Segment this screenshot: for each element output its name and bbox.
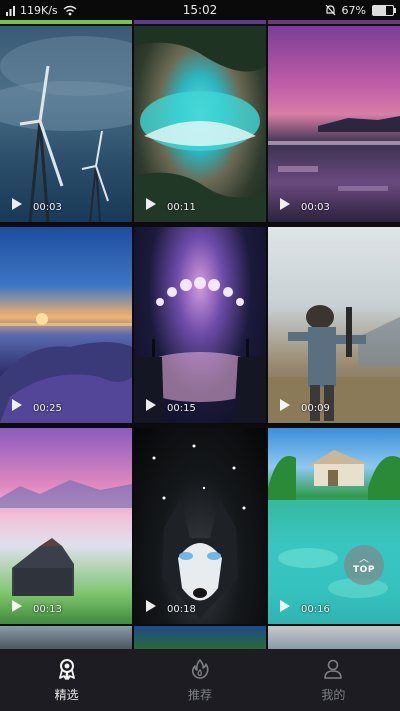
video-tile[interactable]: 00:16 [268, 428, 400, 624]
bottom-navigation: 精选 推荐 我的 [0, 649, 400, 711]
strip-segment [0, 20, 132, 24]
battery-fill [373, 5, 387, 15]
alarm-off-icon [325, 4, 335, 16]
play-icon [146, 600, 156, 612]
play-icon [146, 399, 156, 411]
flame-icon [191, 658, 209, 679]
tile-artwork [268, 450, 400, 624]
video-duration: 00:03 [301, 202, 330, 213]
tab-recommend-label: 推荐 [187, 687, 212, 702]
tab-profile[interactable]: 我的 [267, 649, 400, 711]
video-tile[interactable]: 00:11 [134, 26, 266, 222]
chevron-up-icon: ︿ [359, 554, 369, 565]
video-duration: 00:25 [33, 403, 62, 414]
tab-recommend[interactable]: 推荐 [133, 649, 266, 711]
video-tile[interactable]: 00:03 [0, 26, 132, 222]
video-duration: 00:15 [167, 403, 196, 414]
play-icon [12, 198, 22, 210]
video-tile[interactable]: 00:25 [0, 227, 132, 423]
video-tile[interactable]: 00:18 [134, 428, 266, 624]
strip-segment [268, 20, 400, 24]
tab-profile-label: 我的 [321, 687, 346, 702]
scroll-to-top-button[interactable]: ︿ TOP [344, 545, 384, 585]
play-icon [280, 600, 290, 612]
next-row-tile[interactable] [0, 626, 132, 649]
tile-artwork [152, 444, 246, 618]
play-icon [12, 399, 22, 411]
tile-artwork [134, 277, 266, 423]
next-row-tile[interactable] [134, 626, 266, 649]
video-tile[interactable]: 00:09 [268, 227, 400, 423]
video-duration: 00:18 [167, 604, 196, 615]
video-duration: 00:11 [167, 202, 196, 213]
tile-artwork [268, 116, 400, 191]
video-duration: 00:13 [33, 604, 62, 615]
strip-segment [134, 20, 266, 24]
tab-featured[interactable]: 精选 [0, 649, 133, 711]
scroll-to-top-label: TOP [353, 565, 375, 575]
tile-artwork [134, 26, 266, 222]
play-icon [146, 198, 156, 210]
video-duration: 00:09 [301, 403, 330, 414]
video-duration: 00:03 [33, 202, 62, 213]
battery-icon [372, 4, 396, 16]
tile-artwork [0, 313, 132, 423]
status-right: 67% [325, 0, 396, 20]
profile-icon [324, 659, 343, 679]
battery-percent: 67% [341, 3, 366, 17]
video-tile[interactable]: 00:03 [268, 26, 400, 222]
next-row-tile[interactable] [268, 626, 400, 649]
video-duration: 00:16 [301, 604, 330, 615]
play-icon [280, 399, 290, 411]
play-icon [12, 600, 22, 612]
tile-artwork [268, 305, 400, 423]
tile-artwork [0, 36, 132, 222]
video-tile[interactable]: 00:13 [0, 428, 132, 624]
tab-featured-label: 精选 [54, 687, 79, 702]
tile-artwork [0, 480, 132, 596]
play-icon [280, 198, 290, 210]
award-ribbon-icon [58, 658, 75, 680]
video-tile[interactable]: 00:15 [134, 227, 266, 423]
status-bar: 119K/s 15:02 67% [0, 0, 400, 20]
